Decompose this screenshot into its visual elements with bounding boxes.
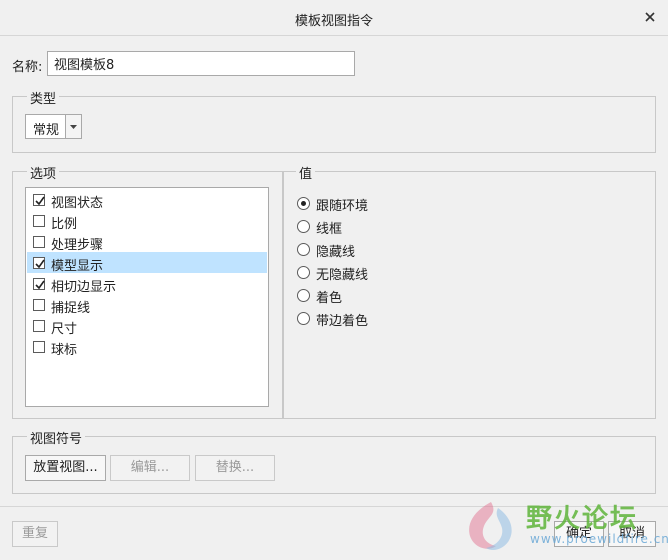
checkbox[interactable]	[33, 278, 45, 290]
list-item[interactable]: 相切边显示	[27, 273, 267, 295]
edit-button[interactable]: 编辑...	[110, 455, 190, 481]
list-item[interactable]: 视图状态	[27, 189, 267, 211]
radio-button[interactable]	[297, 289, 310, 302]
dialog-title: 模板视图指令	[294, 14, 373, 29]
name-label: 名称:	[12, 60, 43, 75]
radio-label: 带边着色	[316, 314, 369, 329]
chevron-down-icon[interactable]	[65, 115, 81, 138]
type-dropdown-value: 常规	[33, 123, 60, 138]
type-dropdown[interactable]: 常规	[25, 114, 82, 139]
reset-button[interactable]: 重复	[12, 521, 58, 547]
radio-button[interactable]	[297, 197, 310, 210]
checkbox[interactable]	[33, 236, 45, 248]
type-group-title: 类型	[27, 88, 60, 107]
checkbox[interactable]	[33, 194, 45, 206]
list-item-label: 比例	[51, 217, 78, 232]
checkbox[interactable]	[33, 215, 45, 227]
name-input[interactable]	[47, 51, 355, 76]
list-item[interactable]: 比例	[27, 210, 267, 232]
title-bar: 模板视图指令	[0, 0, 668, 36]
checkbox[interactable]	[33, 320, 45, 332]
replace-button[interactable]: 替换...	[195, 455, 275, 481]
list-item-label: 处理步骤	[51, 238, 104, 253]
radio-label: 线框	[316, 222, 343, 237]
forum-watermark: 野火论坛 www.proewildfire.cn	[458, 494, 668, 558]
list-item-label: 模型显示	[51, 259, 104, 274]
checkbox[interactable]	[33, 299, 45, 311]
watermark-text: 野火论坛	[526, 504, 639, 534]
type-group	[12, 96, 656, 153]
checkbox[interactable]	[33, 341, 45, 353]
list-item-selected[interactable]: 模型显示	[27, 252, 267, 274]
radio-button[interactable]	[297, 243, 310, 256]
checkbox[interactable]	[33, 257, 45, 269]
value-group-title: 值	[296, 163, 316, 182]
radio-label: 无隐藏线	[316, 268, 369, 283]
list-item-label: 尺寸	[51, 322, 78, 337]
options-group-title: 选项	[27, 163, 60, 182]
radio-button[interactable]	[297, 220, 310, 233]
radio-label: 跟随环境	[316, 199, 369, 214]
list-item-label: 相切边显示	[51, 280, 117, 295]
list-item-label: 视图状态	[51, 196, 104, 211]
list-item[interactable]: 球标	[27, 336, 267, 358]
radio-label: 着色	[316, 291, 343, 306]
radio-button[interactable]	[297, 312, 310, 325]
list-item[interactable]: 捕捉线	[27, 294, 267, 316]
list-item[interactable]: 处理步骤	[27, 231, 267, 253]
radio-button[interactable]	[297, 266, 310, 279]
list-item-label: 捕捉线	[51, 301, 91, 316]
list-item-label: 球标	[51, 343, 78, 358]
flame-logo-icon	[469, 502, 512, 550]
radio-label: 隐藏线	[316, 245, 356, 260]
options-list[interactable]: 视图状态 比例 处理步骤 模型显示 相切边显示 捕捉线 尺寸 球标	[25, 187, 269, 407]
watermark-url: www.proewildfire.cn	[530, 532, 668, 546]
view-symbol-group-title: 视图符号	[27, 428, 86, 447]
list-item[interactable]: 尺寸	[27, 315, 267, 337]
view-symbol-group	[12, 436, 656, 494]
close-icon[interactable]	[642, 9, 658, 25]
place-view-button[interactable]: 放置视图...	[25, 455, 106, 481]
